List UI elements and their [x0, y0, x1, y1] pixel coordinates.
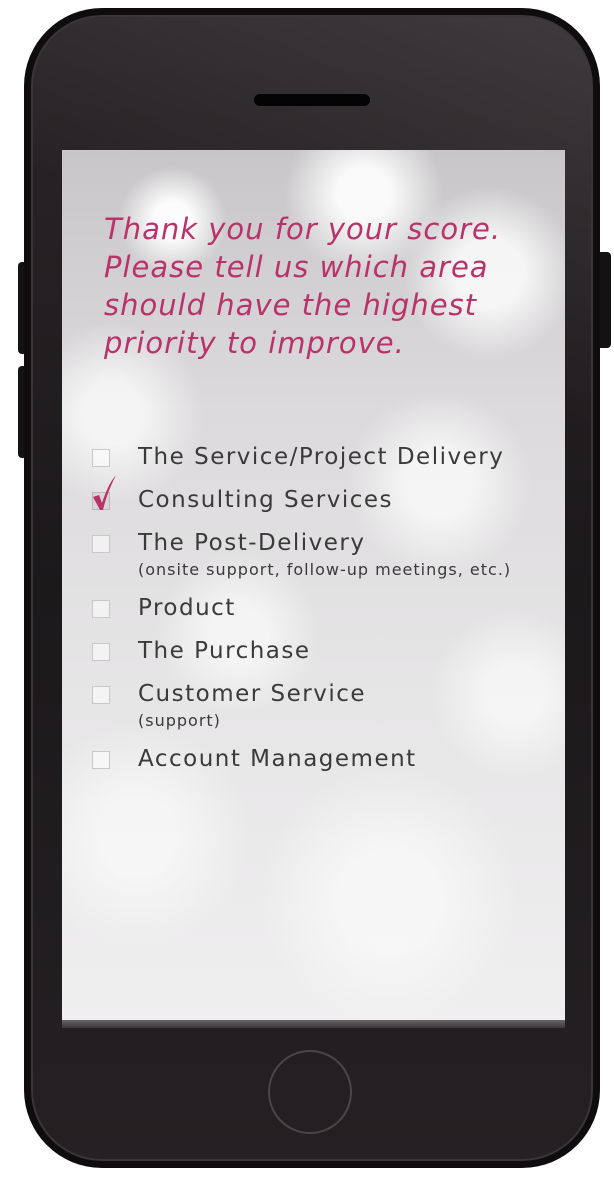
priority-options-list: The Service/Project Delivery Consulting …: [92, 442, 552, 787]
option-label: Product: [138, 595, 236, 621]
option-sublabel: (support): [138, 711, 221, 730]
checkmark-icon: [93, 475, 116, 510]
option-purchase[interactable]: The Purchase: [92, 636, 552, 667]
option-sublabel: (onsite support, follow-up meetings, etc…: [138, 560, 512, 579]
checkbox[interactable]: [92, 449, 110, 467]
phone-screen: Thank you for your score. Please tell us…: [62, 150, 565, 1028]
checkbox[interactable]: [92, 686, 110, 704]
option-text: Product: [138, 593, 236, 624]
option-label: Consulting Services: [138, 487, 394, 513]
option-text: Consulting Services: [138, 485, 393, 516]
survey-question: Thank you for your score. Please tell us…: [104, 212, 502, 360]
option-post-delivery[interactable]: The Post-Delivery (onsite support, follo…: [92, 528, 552, 581]
option-consulting-services[interactable]: Consulting Services: [92, 475, 552, 516]
option-text: Customer Service (support): [138, 679, 366, 732]
option-label: The Purchase: [138, 638, 311, 664]
speaker-grille: [254, 94, 370, 106]
checkbox-checked[interactable]: [92, 475, 116, 510]
option-text: The Post-Delivery (onsite support, follo…: [138, 528, 511, 581]
option-text: Account Management: [138, 744, 417, 775]
option-text: The Service/Project Delivery: [138, 442, 504, 473]
stage: Thank you for your score. Please tell us…: [0, 0, 614, 1177]
checkbox[interactable]: [92, 643, 110, 661]
option-service-project-delivery[interactable]: The Service/Project Delivery: [92, 442, 552, 473]
phone-frame: Thank you for your score. Please tell us…: [24, 8, 600, 1168]
option-label: Account Management: [138, 746, 417, 772]
checkbox[interactable]: [92, 600, 110, 618]
home-button[interactable]: [268, 1050, 352, 1134]
option-label: The Post-Delivery: [138, 530, 366, 556]
option-account-management[interactable]: Account Management: [92, 744, 552, 775]
option-product[interactable]: Product: [92, 593, 552, 624]
checkbox[interactable]: [92, 535, 110, 553]
checkbox[interactable]: [92, 751, 110, 769]
option-label: The Service/Project Delivery: [138, 444, 505, 470]
option-label: Customer Service: [138, 681, 367, 707]
option-text: The Purchase: [138, 636, 311, 667]
option-customer-service[interactable]: Customer Service (support): [92, 679, 552, 732]
